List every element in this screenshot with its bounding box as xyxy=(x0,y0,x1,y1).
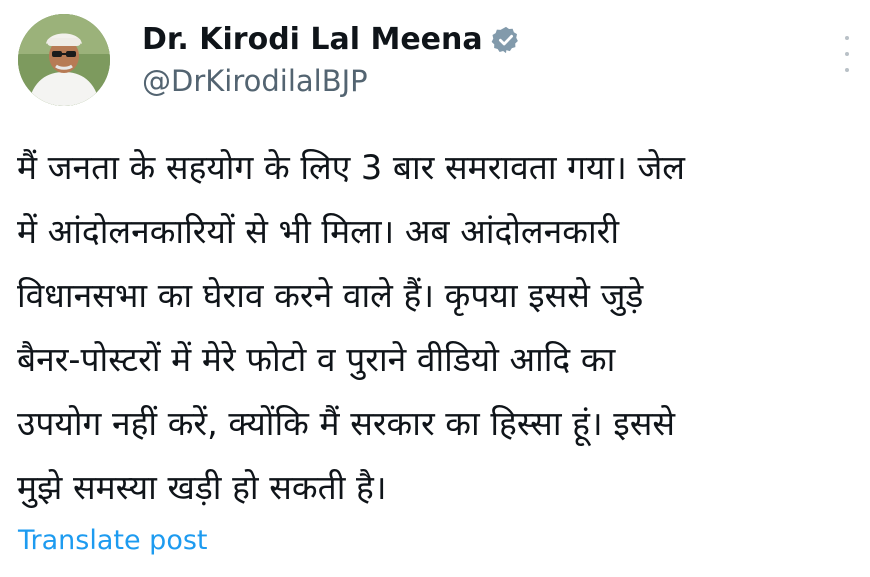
more-options-icon[interactable] xyxy=(842,36,852,72)
post-text-line: उपयोग नहीं करें, क्योंकि मैं सरकार का हि… xyxy=(17,404,676,443)
verified-badge-icon[interactable] xyxy=(491,25,521,55)
avatar-image xyxy=(18,14,110,106)
post-text-line: विधानसभा का घेराव करने वाले हैं। कृपया इ… xyxy=(17,276,644,315)
translate-post-link[interactable]: Translate post xyxy=(18,525,208,556)
display-name[interactable]: Dr. Kirodi Lal Meena xyxy=(142,22,483,57)
post-text-line: मुझे समस्या खड़ी हो सकती है। xyxy=(17,468,387,507)
avatar[interactable] xyxy=(18,14,110,106)
name-row: Dr. Kirodi Lal Meena xyxy=(142,22,521,57)
post-card: Dr. Kirodi Lal Meena @DrKirodilalBJP मैं… xyxy=(0,0,870,577)
user-handle[interactable]: @DrKirodilalBJP xyxy=(142,64,368,98)
post-text: मैं जनता के सहयोग के लिए 3 बार समरावता ग… xyxy=(17,136,857,520)
post-text-line: बैनर-पोस्टरों में मेरे फोटो व पुराने वीड… xyxy=(17,340,616,379)
post-text-line: मैं जनता के सहयोग के लिए 3 बार समरावता ग… xyxy=(17,148,686,187)
post-text-line: में आंदोलनकारियों से भी मिला। अब आंदोलनक… xyxy=(17,212,620,251)
